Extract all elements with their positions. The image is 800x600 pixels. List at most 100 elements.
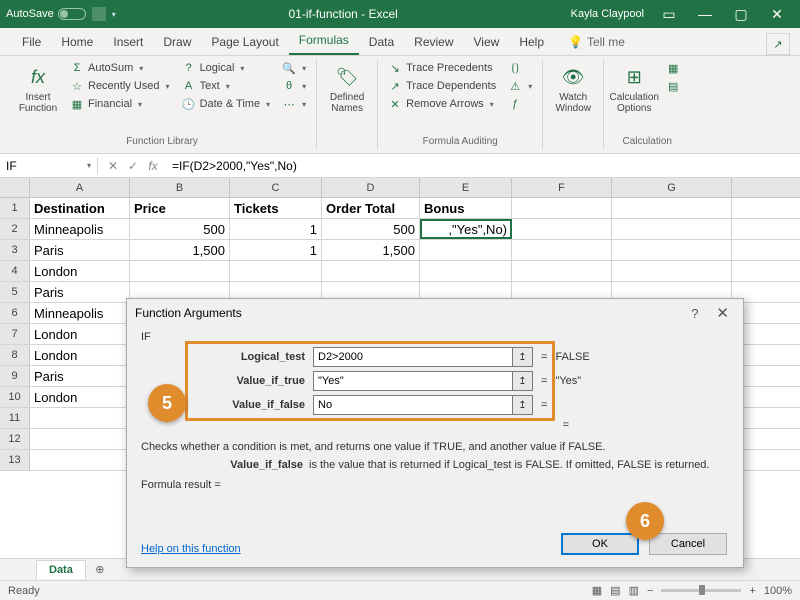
cell[interactable]: Paris <box>30 366 130 386</box>
row-header[interactable]: 5 <box>0 282 30 302</box>
column-header[interactable]: D <box>322 178 420 197</box>
row-header[interactable]: 3 <box>0 240 30 260</box>
cell[interactable]: 500 <box>322 219 420 239</box>
cell[interactable]: Destination <box>30 198 130 218</box>
error-checking-button[interactable]: ⚠▾ <box>504 78 536 94</box>
tell-me[interactable]: 💡 Tell me <box>558 29 635 55</box>
cell[interactable] <box>512 240 612 260</box>
cell[interactable]: Paris <box>30 282 130 302</box>
date-time-button[interactable]: 🕒Date & Time▾ <box>178 96 275 112</box>
row-header[interactable]: 8 <box>0 345 30 365</box>
minimize-button[interactable]: — <box>688 0 722 28</box>
row-header[interactable]: 4 <box>0 261 30 281</box>
cell[interactable]: Minneapolis <box>30 219 130 239</box>
new-sheet-button[interactable]: ⊕ <box>90 563 110 576</box>
cancel-button[interactable]: Cancel <box>649 533 727 555</box>
cell[interactable] <box>612 261 732 281</box>
dialog-titlebar[interactable]: Function Arguments ? ✕ <box>127 299 743 327</box>
name-box[interactable]: IF ▾ <box>0 157 98 175</box>
view-page-break-icon[interactable]: ▥ <box>629 584 639 597</box>
watch-window-button[interactable]: 👁 Watch Window <box>549 60 597 114</box>
calculation-options-button[interactable]: ⊞ Calculation Options <box>610 60 658 114</box>
sheet-tab-data[interactable]: Data <box>36 560 86 579</box>
row-header[interactable]: 10 <box>0 387 30 407</box>
row-header[interactable]: 1 <box>0 198 30 218</box>
trace-dependents-button[interactable]: ↗Trace Dependents <box>384 78 500 94</box>
cell[interactable]: Order Total <box>322 198 420 218</box>
cell[interactable]: Tickets <box>230 198 322 218</box>
show-formulas-button[interactable]: ⟮⟯ <box>504 60 536 76</box>
cell[interactable]: London <box>30 345 130 365</box>
cell[interactable]: Price <box>130 198 230 218</box>
zoom-out-button[interactable]: − <box>647 585 653 597</box>
dialog-close-button[interactable]: ✕ <box>710 304 735 322</box>
chevron-down-icon[interactable]: ▾ <box>87 161 91 170</box>
tab-page-layout[interactable]: Page Layout <box>201 29 288 55</box>
cell[interactable] <box>612 219 732 239</box>
column-header[interactable]: A <box>30 178 130 197</box>
tab-view[interactable]: View <box>464 29 510 55</box>
tab-draw[interactable]: Draw <box>153 29 201 55</box>
lookup-button[interactable]: 🔍▾ <box>278 60 310 76</box>
zoom-slider[interactable] <box>661 589 741 592</box>
cell[interactable] <box>420 261 512 281</box>
cell[interactable]: ,"Yes",No) <box>420 219 512 239</box>
zoom-level[interactable]: 100% <box>764 585 792 597</box>
cell[interactable]: Minneapolis <box>30 303 130 323</box>
calc-now-button[interactable]: ▦ <box>662 60 684 76</box>
arg-input[interactable] <box>313 395 513 415</box>
tab-data[interactable]: Data <box>359 29 404 55</box>
tab-formulas[interactable]: Formulas <box>289 27 359 55</box>
more-functions-button[interactable]: ⋯▾ <box>278 96 310 112</box>
zoom-in-button[interactable]: + <box>749 585 755 597</box>
cell[interactable]: 1 <box>230 240 322 260</box>
row-header[interactable]: 6 <box>0 303 30 323</box>
arg-input[interactable] <box>313 347 513 367</box>
cell[interactable] <box>612 198 732 218</box>
tab-file[interactable]: File <box>12 29 51 55</box>
toggle-switch[interactable] <box>58 8 86 20</box>
cell[interactable] <box>512 219 612 239</box>
cell[interactable]: 1,500 <box>322 240 420 260</box>
column-header[interactable]: B <box>130 178 230 197</box>
column-header[interactable]: G <box>612 178 732 197</box>
dialog-help-icon[interactable]: ? <box>691 306 698 321</box>
cell[interactable]: 500 <box>130 219 230 239</box>
column-header[interactable]: F <box>512 178 612 197</box>
tab-home[interactable]: Home <box>51 29 103 55</box>
ok-button[interactable]: OK <box>561 533 639 555</box>
calc-sheet-button[interactable]: ▤ <box>662 78 684 94</box>
enter-formula-button[interactable]: ✓ <box>126 159 140 173</box>
column-header[interactable]: C <box>230 178 322 197</box>
evaluate-formula-button[interactable]: ƒ <box>504 96 536 112</box>
row-header[interactable]: 11 <box>0 408 30 428</box>
arg-input[interactable] <box>313 371 513 391</box>
cell[interactable]: London <box>30 261 130 281</box>
trace-precedents-button[interactable]: ↘Trace Precedents <box>384 60 500 76</box>
text-button[interactable]: AText▾ <box>178 78 275 94</box>
row-header[interactable]: 2 <box>0 219 30 239</box>
view-page-layout-icon[interactable]: ▤ <box>610 584 620 597</box>
cell[interactable] <box>130 261 230 281</box>
cell[interactable]: Paris <box>30 240 130 260</box>
cell[interactable] <box>612 240 732 260</box>
insert-function-button[interactable]: fx Insert Function <box>14 60 62 114</box>
fx-button[interactable]: fx <box>146 159 160 173</box>
collapse-dialog-icon[interactable]: ↥ <box>513 347 533 367</box>
row-header[interactable]: 13 <box>0 450 30 470</box>
close-button[interactable]: ✕ <box>760 0 794 28</box>
cell[interactable]: London <box>30 387 130 407</box>
cell[interactable] <box>30 450 130 470</box>
row-header[interactable]: 9 <box>0 366 30 386</box>
tab-help[interactable]: Help <box>509 29 554 55</box>
select-all-corner[interactable] <box>0 178 30 197</box>
cell[interactable] <box>512 261 612 281</box>
cell[interactable] <box>30 429 130 449</box>
column-header[interactable]: E <box>420 178 512 197</box>
row-header[interactable]: 7 <box>0 324 30 344</box>
cell[interactable]: Bonus <box>420 198 512 218</box>
cell[interactable]: London <box>30 324 130 344</box>
recently-used-button[interactable]: ☆Recently Used▾ <box>66 78 174 94</box>
cell[interactable] <box>420 240 512 260</box>
tab-review[interactable]: Review <box>404 29 463 55</box>
